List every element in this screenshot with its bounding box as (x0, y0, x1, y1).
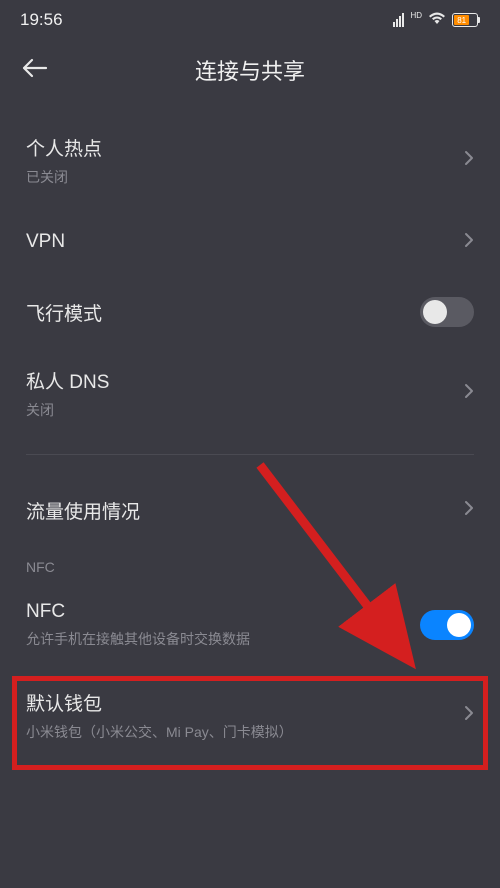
page-header: 连接与共享 (0, 36, 500, 114)
item-subtitle: 小米钱包（小米公交、Mi Pay、门卡模拟） (26, 722, 293, 742)
item-subtitle: 允许手机在接触其他设备时交换数据 (26, 629, 250, 649)
item-title: 个人热点 (26, 134, 102, 161)
wifi-icon (428, 10, 446, 30)
back-button[interactable] (20, 57, 48, 84)
private-dns-item[interactable]: 私人 DNS 关闭 (0, 347, 500, 440)
vpn-item[interactable]: VPN (0, 207, 500, 277)
nfc-section-header: NFC (0, 545, 500, 581)
item-title: NFC (26, 601, 250, 623)
chevron-right-icon (464, 383, 474, 404)
default-wallet-item[interactable]: 默认钱包 小米钱包（小米公交、Mi Pay、门卡模拟） (0, 669, 500, 762)
personal-hotspot-item[interactable]: 个人热点 已关闭 (0, 114, 500, 207)
divider (26, 454, 474, 455)
page-title: 连接与共享 (20, 54, 480, 86)
item-title: 私人 DNS (26, 367, 109, 394)
data-usage-item[interactable]: 流量使用情况 (0, 475, 500, 545)
signal-icon (393, 13, 404, 27)
settings-list: 个人热点 已关闭 VPN 飞行模式 私人 DNS 关闭 (0, 114, 500, 762)
item-subtitle: 关闭 (26, 400, 109, 420)
item-title: 流量使用情况 (26, 497, 140, 524)
status-icons: HD 81 (393, 10, 480, 30)
item-title: 默认钱包 (26, 689, 293, 716)
chevron-right-icon (464, 500, 474, 521)
airplane-mode-toggle[interactable] (420, 297, 474, 327)
airplane-mode-item[interactable]: 飞行模式 (0, 277, 500, 347)
item-title: 飞行模式 (26, 299, 102, 326)
nfc-toggle[interactable] (420, 610, 474, 640)
back-arrow-icon (20, 57, 48, 79)
chevron-right-icon (464, 150, 474, 171)
chevron-right-icon (464, 232, 474, 253)
item-subtitle: 已关闭 (26, 167, 102, 187)
item-title: VPN (26, 231, 65, 253)
hd-icon: HD (410, 11, 422, 20)
chevron-right-icon (464, 705, 474, 726)
nfc-item[interactable]: NFC 允许手机在接触其他设备时交换数据 (0, 581, 500, 669)
status-bar: 19:56 HD 81 (0, 0, 500, 36)
battery-icon: 81 (452, 13, 480, 27)
status-time: 19:56 (20, 10, 63, 30)
